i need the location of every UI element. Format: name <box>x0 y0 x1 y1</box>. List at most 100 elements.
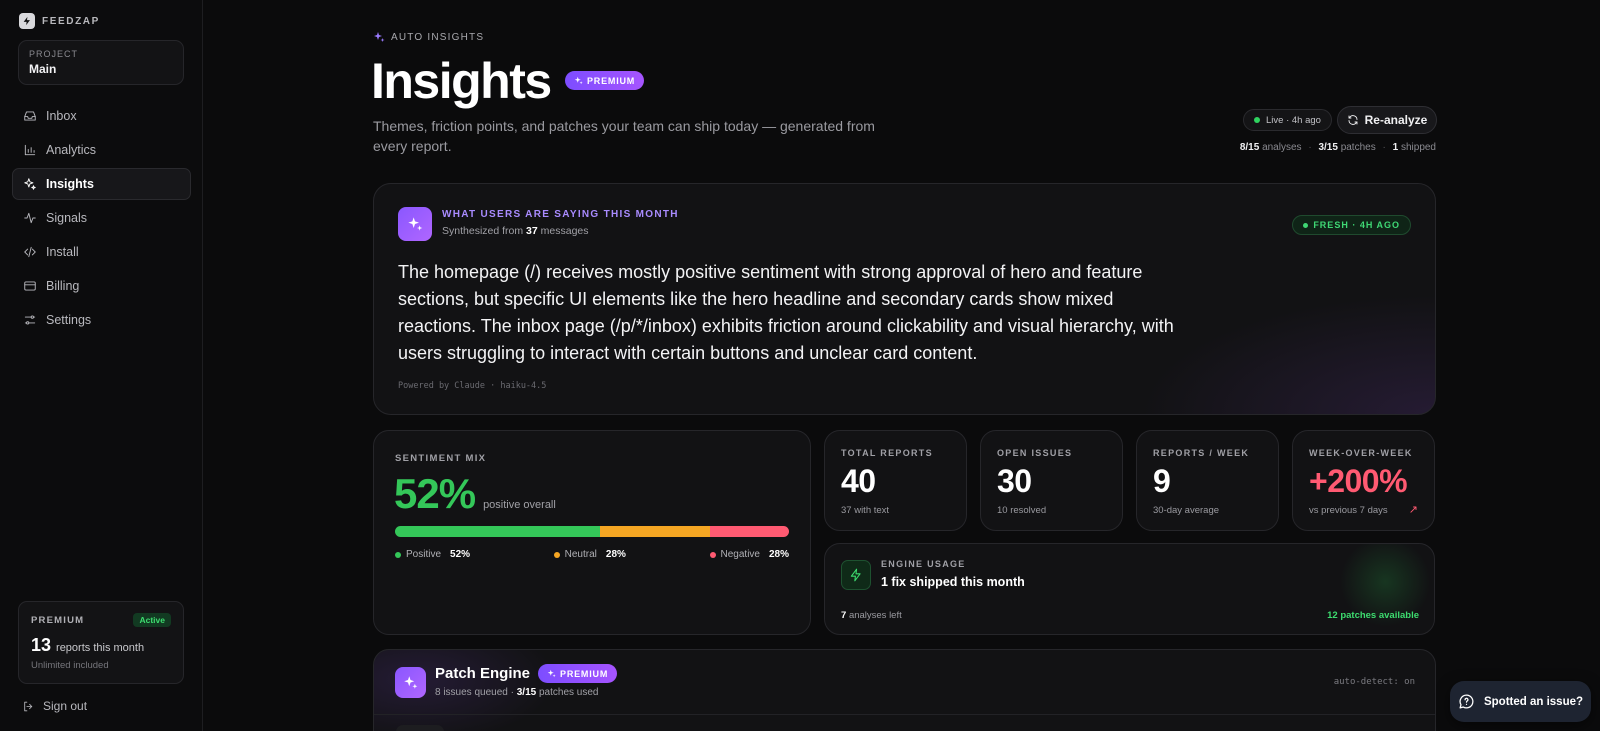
summary-kicker: WHAT USERS ARE SAYING THIS MONTH <box>442 209 679 220</box>
sidebar-item-insights[interactable]: Insights <box>12 168 191 200</box>
summary-source: Synthesized from 37 messages <box>442 225 589 237</box>
sparkles-icon <box>547 669 556 678</box>
metric-card-open-issues: OPEN ISSUES 30 10 resolved <box>980 430 1123 531</box>
powered-by: Powered by Claude · haiku-4.5 <box>398 381 547 391</box>
metric-value: 30 <box>997 463 1032 499</box>
legend-value: 52% <box>450 549 471 560</box>
premium-badge-label: PREMIUM <box>560 668 609 679</box>
page-title: Insights <box>371 53 552 109</box>
metric-sub: 37 with text <box>841 505 890 516</box>
metric-card-reports-per-week: REPORTS / WEEK 9 30-day average <box>1136 430 1279 531</box>
sidebar-item-signals[interactable]: Signals <box>12 202 191 234</box>
sidebar-item-label: Inbox <box>46 109 77 123</box>
plan-sub: Unlimited included <box>31 660 109 671</box>
activity-icon <box>24 212 36 224</box>
legend-dot-icon <box>553 551 560 558</box>
sentiment-bar <box>395 526 789 537</box>
sign-out-label: Sign out <box>43 699 88 713</box>
re-analyze-button[interactable]: Re-analyze <box>1337 106 1437 134</box>
sidebar-item-install[interactable]: Install <box>12 236 191 268</box>
plan-report-label: reports this month <box>56 642 145 654</box>
project-name: Main <box>29 62 57 76</box>
sentiment-card: SENTIMENT MIX 52% positive overall Posit… <box>373 430 811 635</box>
sidebar-item-settings[interactable]: Settings <box>12 304 191 336</box>
page-subtitle: Themes, friction points, and patches you… <box>373 118 875 154</box>
metric-label: OPEN ISSUES <box>997 448 1073 458</box>
premium-badge: PREMIUM <box>538 664 618 683</box>
spotted-issue-label: Spotted an issue? <box>1483 695 1584 708</box>
live-dot-icon <box>1254 117 1260 123</box>
log-out-icon <box>24 701 33 711</box>
metric-sub: 30-day average <box>1153 505 1220 516</box>
shipped-value: 1 <box>1392 142 1399 153</box>
patch-engine-title: Patch Engine <box>435 665 531 682</box>
sparkles-icon <box>24 178 36 190</box>
inbox-icon <box>24 111 36 121</box>
summary-source-suffix: messages <box>540 225 589 237</box>
bolt-logo-icon <box>19 13 35 29</box>
patch-engine-card: Patch Engine PREMIUM 8 issues queued · 3… <box>373 649 1436 731</box>
analyses-label: analyses <box>1262 142 1302 153</box>
metric-card-total-reports: TOTAL REPORTS 40 37 with text <box>824 430 967 531</box>
sidebar-item-inbox[interactable]: Inbox <box>12 100 191 132</box>
plan-name: PREMIUM <box>31 614 85 626</box>
sparkles-icon <box>398 207 432 241</box>
legend-label: Neutral <box>564 549 597 560</box>
trend-up-arrow-icon: ↗ <box>1408 504 1418 516</box>
sidebar-item-label: Settings <box>46 313 92 327</box>
legend-label: Positive <box>406 549 442 560</box>
sign-out-button[interactable]: Sign out <box>22 699 87 713</box>
metric-label: WEEK-OVER-WEEK <box>1309 448 1413 458</box>
sparkles-icon <box>395 667 426 698</box>
bar-chart-icon <box>24 144 36 156</box>
sidebar-item-analytics[interactable]: Analytics <box>12 134 191 166</box>
premium-badge: PREMIUM <box>565 71 645 90</box>
sidebar-item-label: Billing <box>46 279 80 293</box>
patches-value: 3/15 <box>1318 142 1338 153</box>
sidebar-item-label: Insights <box>46 177 94 191</box>
sidebar-item-billing[interactable]: Billing <box>12 270 191 302</box>
credit-card-icon <box>24 281 36 291</box>
metric-sub: 10 resolved <box>997 505 1047 516</box>
sentiment-bar-positive <box>395 526 600 537</box>
engine-kicker: ENGINE USAGE <box>881 559 966 569</box>
sentiment-bar-negative <box>710 526 789 537</box>
sentiment-value: 52% <box>394 470 476 517</box>
analyses-left: 7 analyses left <box>841 610 902 621</box>
brand-name: FEEDZAP <box>42 15 100 27</box>
legend-neutral: Neutral 28% <box>553 549 626 560</box>
legend-negative: Negative 28% <box>709 549 789 560</box>
divider <box>374 714 1435 715</box>
sidebar: FEEDZAP PROJECT Main Inbox Analytics Ins… <box>0 0 203 731</box>
fresh-badge: FRESH · 4H AGO <box>1292 215 1411 235</box>
plan-report-count: 13 <box>31 635 52 655</box>
fresh-dot-icon <box>1303 222 1309 228</box>
code-icon <box>24 246 36 258</box>
engine-usage-card: ENGINE USAGE 1 fix shipped this month 7 … <box>824 543 1435 635</box>
metric-value: 9 <box>1153 463 1171 499</box>
re-analyze-label: Re-analyze <box>1364 113 1428 127</box>
sentiment-kicker: SENTIMENT MIX <box>395 453 487 464</box>
summary-message-count: 37 <box>526 225 538 237</box>
analyses-left-label: analyses left <box>848 610 902 621</box>
sentiment-legend: Positive 52% Neutral 28% Negative 28% <box>395 549 789 560</box>
metric-label: REPORTS / WEEK <box>1153 448 1250 458</box>
legend-value: 28% <box>768 549 789 560</box>
live-status-badge: Live · 4h ago <box>1243 109 1332 131</box>
brand[interactable]: FEEDZAP <box>19 13 100 29</box>
engine-title: 1 fix shipped this month <box>881 575 1025 589</box>
spotted-issue-button[interactable]: Spotted an issue? <box>1450 681 1591 722</box>
sidebar-item-label: Analytics <box>46 143 97 157</box>
patch-filter-chip[interactable] <box>396 725 444 731</box>
eyebrow: AUTO INSIGHTS <box>373 31 484 43</box>
project-label: PROJECT <box>29 49 79 59</box>
sentiment-label: positive overall <box>483 499 556 511</box>
legend-value: 28% <box>605 549 626 560</box>
premium-badge-label: PREMIUM <box>587 75 636 86</box>
metric-sub: vs previous 7 days <box>1309 505 1388 516</box>
separator: · <box>1382 142 1386 153</box>
legend-dot-icon <box>395 551 401 558</box>
project-switcher[interactable]: PROJECT Main <box>18 40 184 85</box>
auto-detect-status[interactable]: auto-detect: on <box>1334 677 1415 687</box>
plan-card: PREMIUM Active 13 reports this month Unl… <box>18 601 184 684</box>
